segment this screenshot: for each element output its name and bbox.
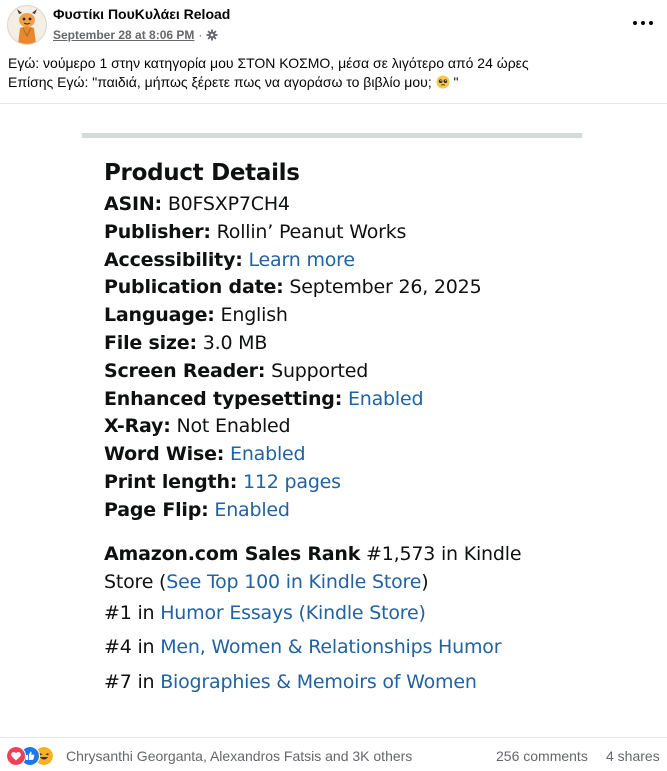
detail-label: Publication date: — [104, 276, 284, 299]
reactions-summary[interactable] — [6, 746, 66, 766]
detail-label: Page Flip: — [104, 498, 209, 521]
detail-label: Publisher: — [104, 220, 211, 243]
detail-value: September 26, 2025 — [289, 276, 482, 299]
sales-rank-value: #1,573 in Kindle — [366, 542, 522, 565]
see-top-100-link: See Top 100 in Kindle Store — [166, 570, 422, 593]
pleading-face-emoji-icon — [436, 75, 450, 89]
detail-row-x-ray: X-Ray: Not Enabled — [104, 413, 584, 441]
learn-more-link: Learn more — [248, 248, 356, 271]
word-wise-link: Enabled — [230, 443, 306, 466]
detail-value: Rollin’ Peanut Works — [216, 220, 407, 243]
reactors-text[interactable]: Chrysanthi Georganta, Alexandros Fatsis … — [66, 748, 412, 764]
product-details: Product Details ASIN: B0FSXP7CH4 Publish… — [104, 156, 584, 699]
post-meta: September 28 at 8:06 PM · — [53, 28, 218, 42]
sales-rank-close: ) — [421, 570, 429, 593]
category-rank: #1 — [104, 601, 132, 624]
settings-gear-icon[interactable] — [206, 29, 218, 41]
category-in: in — [137, 601, 155, 624]
love-reaction-icon — [6, 746, 26, 766]
category-in: in — [137, 636, 155, 659]
detail-label: Word Wise: — [104, 443, 225, 466]
category-rank: #7 — [104, 670, 132, 693]
sales-rank: Amazon.com Sales Rank #1,573 in Kindle S… — [104, 540, 584, 596]
detail-label: Print length: — [104, 470, 238, 493]
detail-label: Enhanced typesetting: — [104, 387, 343, 410]
detail-label: Language: — [104, 304, 215, 327]
detail-row-publisher: Publisher: Rollin’ Peanut Works — [104, 219, 584, 247]
detail-label: ASIN: — [104, 193, 162, 215]
page-flip-link: Enabled — [214, 498, 290, 521]
post-caption: Εγώ: νούμερο 1 στην κατηγορία μου ΣΤΟΝ Κ… — [8, 54, 658, 92]
caption-line-1: Εγώ: νούμερο 1 στην κατηγορία μου ΣΤΟΝ Κ… — [8, 55, 529, 71]
category-rank-row: #4 in Men, Women & Relationships Humor — [104, 630, 584, 665]
category-in: in — [137, 670, 155, 693]
sales-rank-label: Amazon.com Sales Rank — [104, 542, 361, 565]
detail-row-file-size: File size: 3.0 MB — [104, 330, 584, 358]
detail-value: B0FSXP7CH4 — [167, 193, 290, 215]
detail-row-enhanced-typesetting: Enhanced typesetting: Enabled — [104, 386, 584, 414]
detail-row-word-wise: Word Wise: Enabled — [104, 441, 584, 469]
post-timestamp[interactable]: September 28 at 8:06 PM — [53, 28, 194, 42]
detail-row-print-length: Print length: 112 pages — [104, 469, 584, 497]
more-options-icon[interactable] — [630, 12, 656, 34]
product-details-title: Product Details — [104, 160, 300, 186]
page-avatar[interactable] — [7, 5, 47, 45]
caption-closing-quote: " — [453, 74, 459, 90]
detail-label: File size: — [104, 331, 197, 354]
comments-count[interactable]: 256 comments — [496, 748, 588, 764]
detail-value: Supported — [271, 359, 369, 382]
caption-line-2-text: Επίσης Εγώ: "παιδιά, μήπως ξέρετε πως να… — [8, 74, 432, 90]
shares-count[interactable]: 4 shares — [606, 748, 660, 764]
detail-row-publication-date: Publication date: September 26, 2025 — [104, 274, 584, 302]
category-rank-row: #7 in Biographies & Memoirs of Women — [104, 665, 584, 700]
page-name[interactable]: Φυστίκι ΠουΚυλάει Reload — [53, 6, 230, 22]
detail-row-accessibility: Accessibility: Learn more — [104, 247, 584, 275]
detail-row-language: Language: English — [104, 302, 584, 330]
sales-rank-value-cont: Store ( — [104, 570, 167, 593]
caption-line-2: Επίσης Εγώ: "παιδιά, μήπως ξέρετε πως να… — [8, 73, 658, 92]
enhanced-typesetting-link: Enabled — [347, 387, 424, 410]
detail-value: Not Enabled — [176, 415, 291, 438]
detail-row-page-flip: Page Flip: Enabled — [104, 497, 584, 525]
detail-row-asin: ASIN: B0FSXP7CH4 — [104, 191, 584, 219]
category-rank-row: #1 in Humor Essays (Kindle Store) — [104, 596, 584, 631]
divider — [82, 133, 582, 138]
category-link: Humor Essays (Kindle Store) — [160, 601, 426, 624]
print-length-link: 112 pages — [243, 470, 341, 493]
post-header: Φυστίκι ΠουΚυλάει Reload September 28 at… — [0, 0, 667, 50]
detail-label: Accessibility: — [104, 248, 243, 271]
post-footer: Chrysanthi Georganta, Alexandros Fatsis … — [0, 744, 667, 771]
category-rank: #4 — [104, 636, 132, 659]
detail-label: Screen Reader: — [104, 359, 266, 382]
cartoon-avatar-icon — [17, 9, 37, 44]
detail-row-screen-reader: Screen Reader: Supported — [104, 358, 584, 386]
category-link: Biographies & Memoirs of Women — [160, 670, 477, 693]
category-link: Men, Women & Relationships Humor — [160, 636, 502, 659]
post-image[interactable]: Product Details ASIN: B0FSXP7CH4 Publish… — [0, 103, 667, 738]
meta-separator: · — [198, 28, 203, 42]
detail-value: English — [220, 304, 288, 327]
detail-value: 3.0 MB — [202, 331, 268, 354]
detail-label: X-Ray: — [104, 415, 171, 438]
